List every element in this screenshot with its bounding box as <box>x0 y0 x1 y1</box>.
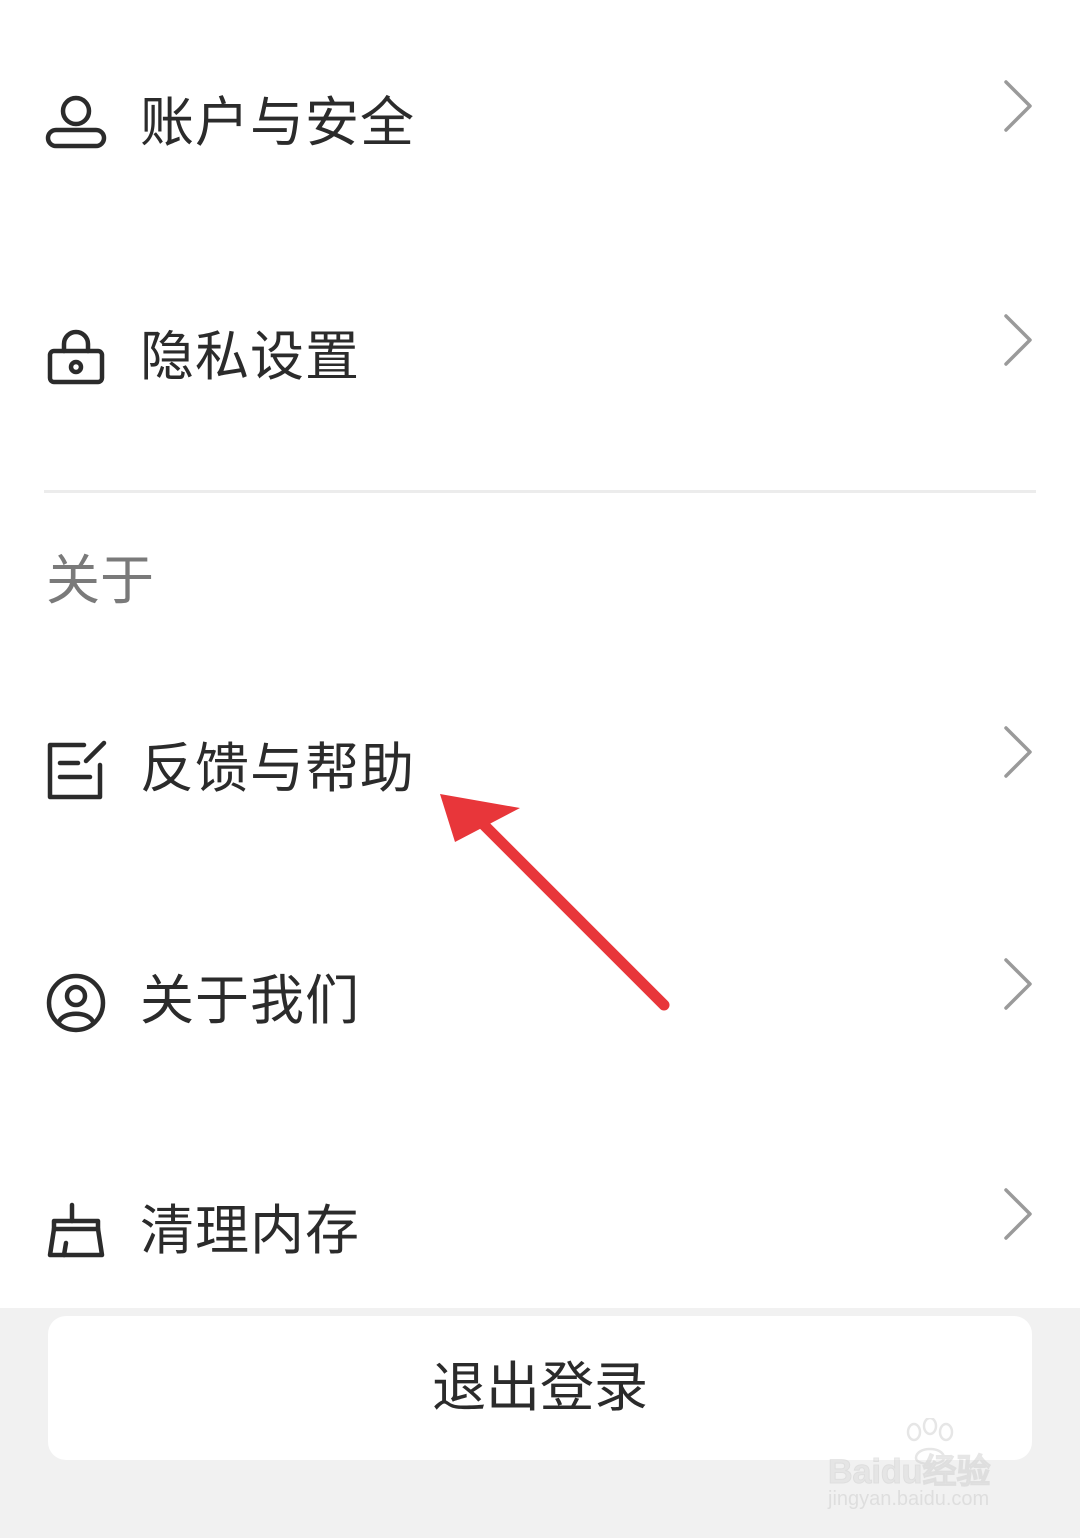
lock-icon <box>44 327 108 391</box>
chevron-right-icon <box>1002 1186 1034 1242</box>
privacy-settings-item[interactable]: 隐私设置 <box>0 282 1080 432</box>
privacy-settings-label: 隐私设置 <box>140 325 360 388</box>
account-security-item[interactable]: 账户与安全 <box>0 48 1080 198</box>
section-divider <box>44 490 1036 493</box>
chevron-right-icon <box>1002 956 1034 1012</box>
feedback-help-label: 反馈与帮助 <box>140 737 415 800</box>
user-circle-icon <box>44 971 108 1035</box>
about-us-item[interactable]: 关于我们 <box>0 926 1080 1076</box>
broom-icon <box>44 1201 108 1265</box>
chevron-right-icon <box>1002 312 1034 368</box>
clear-cache-label: 清理内存 <box>140 1199 360 1262</box>
settings-panel: 账户与安全 隐私设置 关于 反馈与帮助 关于我们 清理内存 <box>0 0 1080 1308</box>
chevron-right-icon <box>1002 724 1034 780</box>
chevron-right-icon <box>1002 78 1034 134</box>
edit-note-icon <box>44 739 108 803</box>
user-icon <box>44 93 108 157</box>
about-us-label: 关于我们 <box>140 969 360 1032</box>
feedback-help-item[interactable]: 反馈与帮助 <box>0 694 1080 844</box>
account-security-label: 账户与安全 <box>140 91 415 154</box>
logout-button[interactable]: 退出登录 <box>48 1316 1032 1460</box>
clear-cache-item[interactable]: 清理内存 <box>0 1156 1080 1306</box>
about-section-title: 关于 <box>46 549 154 612</box>
